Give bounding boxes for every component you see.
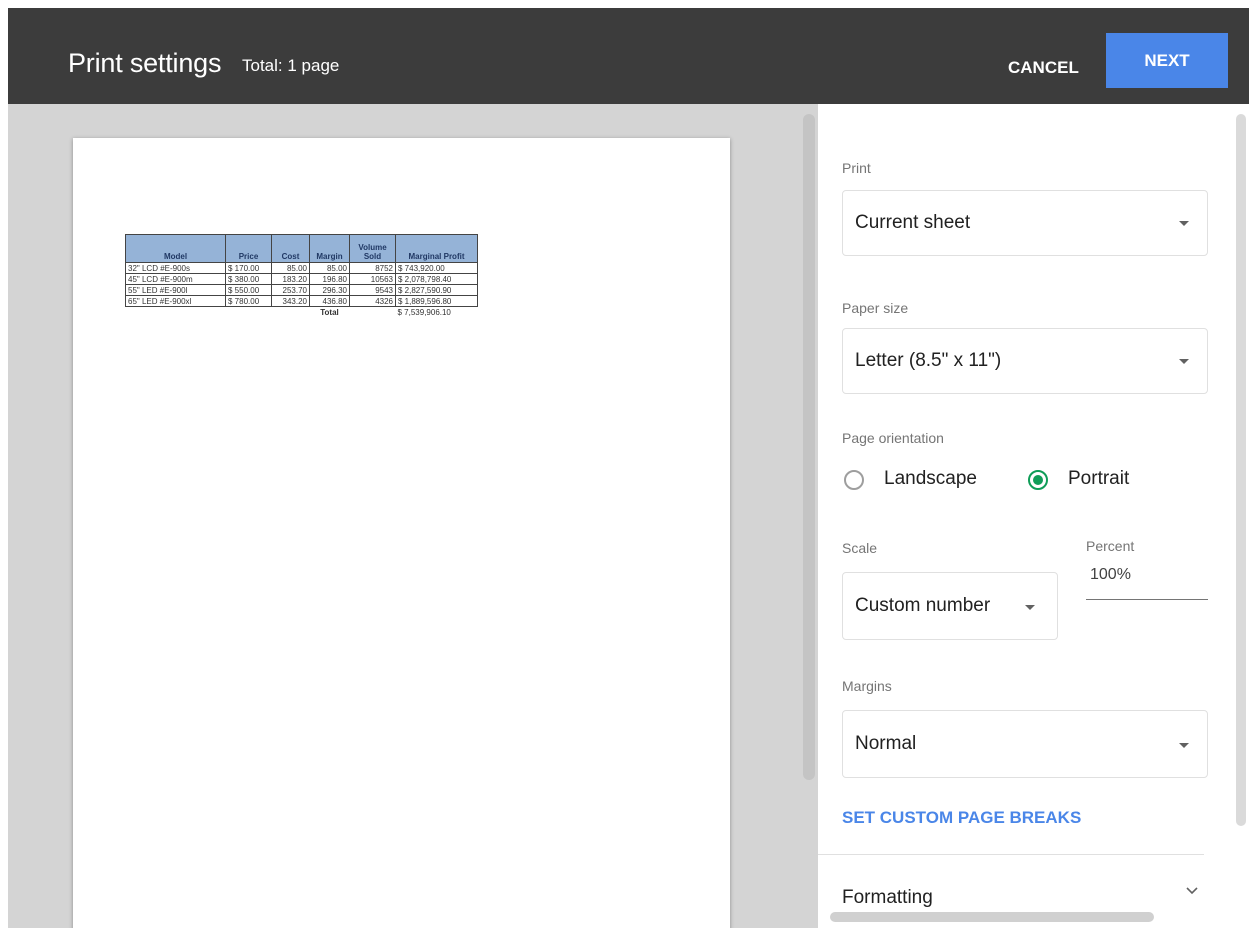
panel-horizontal-scrollbar[interactable] [830,912,1154,922]
formatting-section-header[interactable]: Formatting [842,887,933,909]
column-header: Volume Sold [349,234,396,263]
table-cell [226,307,272,318]
margins-value: Normal [855,733,917,754]
table-total-row: Total $ 7,539,906.10 [126,307,478,318]
scale-label: Scale [842,540,878,556]
cancel-button[interactable]: CANCEL [996,48,1091,88]
paper-size-select[interactable]: Letter (8.5" x 11") [842,328,1208,394]
column-header: Cost [271,234,310,263]
print-label: Print [842,160,871,176]
table-cell: 253.70 [271,284,310,296]
margins-label: Margins [842,678,892,694]
column-header: Marginal Profit [395,234,478,263]
table-cell: $ 380.00 [225,273,272,285]
table-cell: 4326 [349,295,396,307]
dropdown-caret-icon [1179,743,1189,748]
dropdown-caret-icon [1025,605,1035,610]
table-cell: $ 170.00 [225,262,272,274]
portrait-label[interactable]: Portrait [1068,468,1129,490]
percent-input[interactable]: 100% [1090,566,1131,584]
paper-size-value: Letter (8.5" x 11") [855,350,1002,371]
landscape-radio[interactable] [844,470,864,490]
spreadsheet-table: Model Price Cost Margin Volume Sold Marg… [125,234,478,318]
table-cell: 85.00 [309,262,350,274]
dropdown-caret-icon [1179,359,1189,364]
preview-page: Model Price Cost Margin Volume Sold Marg… [73,138,730,928]
table-cell: 65" LED #E-900xl [125,295,226,307]
table-cell: 45" LCD #E-900m [125,273,226,285]
print-select-value: Current sheet [855,212,971,233]
section-divider [818,854,1204,855]
landscape-label[interactable]: Landscape [884,468,977,490]
chevron-down-icon[interactable] [1185,884,1199,898]
dropdown-caret-icon [1179,221,1189,226]
table-row: 55" LED #E-900l $ 550.00 253.70 296.30 9… [125,284,478,296]
table-cell: 343.20 [271,295,310,307]
table-cell: 32" LCD #E-900s [125,262,226,274]
table-cell: 55" LED #E-900l [125,284,226,296]
percent-input-underline [1086,599,1208,600]
settings-panel: Print Current sheet Paper size Letter (8… [818,104,1249,928]
table-cell: 9543 [349,284,396,296]
page-count-label: Total: 1 page [242,56,340,75]
table-row: 65" LED #E-900xl $ 780.00 343.20 436.80 … [125,295,478,307]
table-header-row: Model Price Cost Margin Volume Sold Marg… [125,234,478,263]
column-header: Model [125,234,226,263]
scale-value: Custom number [855,595,991,616]
preview-scrollbar[interactable] [803,114,815,780]
percent-label: Percent [1086,538,1135,554]
table-cell: $ 2,827,590.90 [395,284,478,296]
next-button[interactable]: NEXT [1106,33,1228,88]
table-cell: 8752 [349,262,396,274]
table-cell: 196.80 [309,273,350,285]
table-row: 32" LCD #E-900s $ 170.00 85.00 85.00 875… [125,262,478,274]
column-header: Price [225,234,272,263]
table-cell: $ 550.00 [225,284,272,296]
paper-size-label: Paper size [842,300,909,316]
print-select[interactable]: Current sheet [842,190,1208,256]
table-cell [350,307,396,318]
portrait-radio[interactable] [1028,470,1048,490]
table-cell: 85.00 [271,262,310,274]
table-row: 45" LCD #E-900m $ 380.00 183.20 196.80 1… [125,273,478,285]
total-label: Total [320,307,339,317]
window-left-edge [0,0,8,928]
table-cell: $ 743,920.00 [395,262,478,274]
table-cell: $ 1,889,596.80 [395,295,478,307]
print-settings-header: Print settings Total: 1 page CANCEL NEXT [8,8,1249,104]
set-custom-page-breaks-link[interactable]: SET CUSTOM PAGE BREAKS [842,808,1081,828]
total-value: $ 7,539,906.10 [397,307,451,317]
margins-select[interactable]: Normal [842,710,1208,778]
table-cell [126,307,226,318]
table-cell [272,307,310,318]
column-header: Margin [309,234,350,263]
page-title: Print settings [68,48,222,78]
table-cell: 183.20 [271,273,310,285]
table-cell: $ 2,078,798.40 [395,273,478,285]
table-cell: 296.30 [309,284,350,296]
table-cell: 436.80 [309,295,350,307]
table-cell: 10563 [349,273,396,285]
table-cell: $ 780.00 [225,295,272,307]
print-preview-area: Model Price Cost Margin Volume Sold Marg… [8,104,818,928]
panel-scrollbar[interactable] [1236,114,1246,826]
page-orientation-label: Page orientation [842,430,944,446]
scale-select[interactable]: Custom number [842,572,1058,640]
